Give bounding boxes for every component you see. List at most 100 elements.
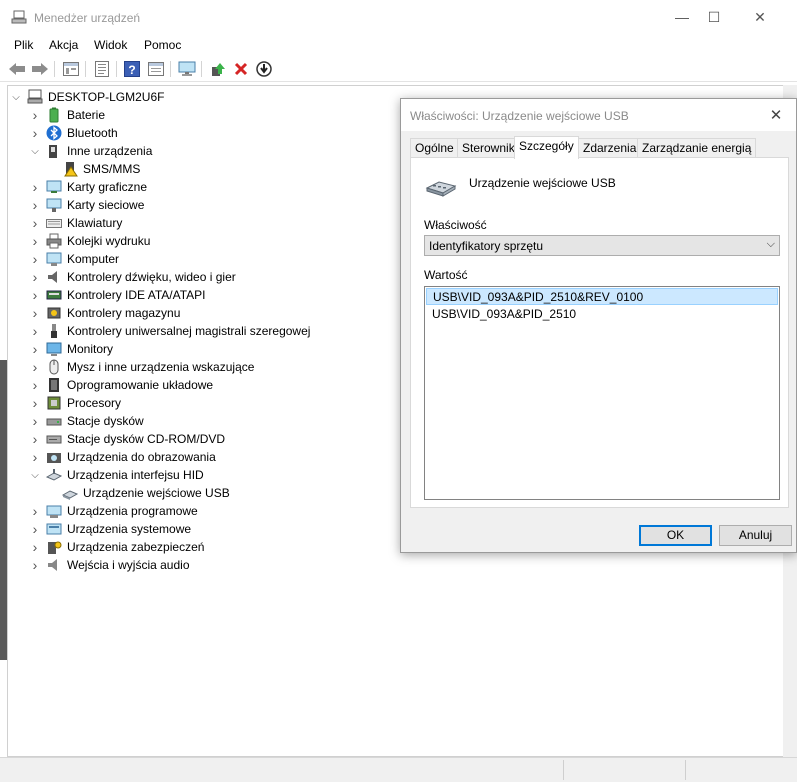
chevron-right-icon[interactable]: › bbox=[30, 178, 40, 196]
property-dropdown[interactable]: Identyfikatory sprzętu ⌵ bbox=[424, 235, 780, 256]
tree-item-label: Stacje dysków bbox=[67, 414, 144, 428]
tree-item-label: Inne urządzenia bbox=[67, 144, 153, 158]
tree-item[interactable]: › Urządzenia systemowe bbox=[30, 520, 191, 538]
tree-item[interactable]: › Urządzenia programowe bbox=[30, 502, 198, 520]
tree-item[interactable]: ⌵ Urządzenia interfejsu HID bbox=[30, 466, 204, 484]
list-item[interactable]: USB\VID_093A&PID_2510&REV_0100 bbox=[426, 288, 778, 305]
tab-zdarzenia[interactable]: Zdarzenia bbox=[578, 138, 642, 158]
forward-icon[interactable] bbox=[30, 59, 50, 79]
tree-item[interactable]: › Stacje dysków CD-ROM/DVD bbox=[30, 430, 225, 448]
tree-item[interactable]: ⌵ Inne urządzenia bbox=[30, 142, 152, 160]
tree-item[interactable]: › Karty graficzne bbox=[30, 178, 147, 196]
show-hide-tree-icon[interactable] bbox=[61, 59, 81, 79]
chevron-right-icon[interactable]: › bbox=[30, 124, 40, 142]
dialog-title-bar[interactable]: Właściwości: Urządzenie wejściowe USB ✕ bbox=[401, 99, 796, 131]
tree-item-label: Urządzenia programowe bbox=[67, 504, 198, 518]
tree-item[interactable]: › Procesory bbox=[30, 394, 121, 412]
tree-root-node[interactable]: ⌵ DESKTOP-LGM2U6F bbox=[11, 88, 164, 106]
back-icon[interactable] bbox=[7, 59, 27, 79]
chevron-right-icon[interactable]: › bbox=[30, 376, 40, 394]
properties-icon[interactable] bbox=[92, 59, 112, 79]
collapse-chevron-icon[interactable]: ⌵ bbox=[11, 88, 21, 106]
chevron-down-icon[interactable]: ⌵ bbox=[30, 466, 40, 484]
chevron-right-icon[interactable]: › bbox=[30, 322, 40, 340]
chevron-right-icon[interactable]: › bbox=[30, 448, 40, 466]
chevron-right-icon[interactable]: › bbox=[30, 250, 40, 268]
tree-item[interactable]: › Karty sieciowe bbox=[30, 196, 145, 214]
chevron-right-icon[interactable]: › bbox=[30, 304, 40, 322]
tree-item-label: Urządzenie wejściowe USB bbox=[83, 486, 230, 500]
chevron-right-icon[interactable]: › bbox=[30, 538, 40, 556]
system-device-icon bbox=[46, 523, 62, 535]
chevron-right-icon[interactable]: › bbox=[30, 106, 40, 124]
menu-pomoc[interactable]: Pomoc bbox=[144, 38, 181, 52]
unknown-device-icon bbox=[49, 145, 57, 158]
monitor-scan-icon[interactable] bbox=[177, 59, 197, 79]
tree-item[interactable]: › Klawiatury bbox=[30, 214, 123, 232]
tree-item[interactable]: › Urządzenia zabezpieczeń bbox=[30, 538, 205, 556]
tree-item[interactable]: SMS/MMS bbox=[46, 160, 140, 178]
chevron-down-icon[interactable]: ⌵ bbox=[30, 142, 40, 160]
toolbar-separator bbox=[85, 61, 86, 77]
tree-item[interactable]: › Oprogramowanie układowe bbox=[30, 376, 213, 394]
chevron-right-icon[interactable]: › bbox=[30, 430, 40, 448]
tree-item[interactable]: › Mysz i inne urządzenia wskazujące bbox=[30, 358, 255, 376]
help-icon[interactable]: ? bbox=[122, 59, 142, 79]
tree-item[interactable]: › Monitory bbox=[30, 340, 113, 358]
tree-item[interactable]: › Wejścia i wyjścia audio bbox=[30, 556, 190, 574]
tree-item[interactable]: › Kontrolery uniwersalnej magistrali szer… bbox=[30, 322, 311, 340]
chevron-right-icon[interactable]: › bbox=[30, 358, 40, 376]
printer-icon bbox=[46, 233, 62, 249]
hid-device-icon bbox=[425, 181, 457, 197]
device-manager-icon bbox=[11, 10, 27, 24]
uninstall-icon[interactable] bbox=[231, 59, 251, 79]
list-item[interactable]: USB\VID_093A&PID_2510 bbox=[426, 306, 778, 323]
chevron-right-icon[interactable]: › bbox=[30, 412, 40, 430]
enable-device-icon[interactable] bbox=[254, 59, 274, 79]
chevron-right-icon[interactable]: › bbox=[30, 556, 40, 574]
chevron-right-icon[interactable]: › bbox=[30, 394, 40, 412]
chevron-right-icon[interactable]: › bbox=[30, 502, 40, 520]
dialog-close-button[interactable]: ✕ bbox=[756, 99, 796, 131]
maximize-button[interactable]: ☐ bbox=[691, 0, 737, 34]
tree-item-label: Urządzenia interfejsu HID bbox=[67, 468, 204, 482]
chevron-right-icon[interactable]: › bbox=[30, 520, 40, 538]
chevron-right-icon[interactable]: › bbox=[30, 340, 40, 358]
title-bar[interactable]: Menedżer urządzeń — ☐ ✕ bbox=[0, 0, 797, 34]
tree-item-label: Klawiatury bbox=[67, 216, 123, 230]
tree-item[interactable]: › Bluetooth bbox=[30, 124, 118, 142]
chevron-right-icon[interactable]: › bbox=[30, 214, 40, 232]
tree-item[interactable]: › Kontrolery IDE ATA/ATAPI bbox=[30, 286, 206, 304]
tree-item[interactable]: › Komputer bbox=[30, 250, 119, 268]
tab-szczegoly[interactable]: Szczegóły bbox=[514, 136, 579, 159]
view-icon[interactable] bbox=[146, 59, 166, 79]
tree-item-label: Kolejki wydruku bbox=[67, 234, 151, 248]
chevron-right-icon[interactable]: › bbox=[30, 196, 40, 214]
cancel-button[interactable]: Anuluj bbox=[719, 525, 792, 546]
value-listbox[interactable]: USB\VID_093A&PID_2510&REV_0100 USB\VID_0… bbox=[424, 286, 780, 500]
tab-zarzadzanie-energia[interactable]: Zarządzanie energią bbox=[637, 138, 757, 158]
chevron-right-icon[interactable]: › bbox=[30, 232, 40, 250]
tree-item[interactable]: › Stacje dysków bbox=[30, 412, 144, 430]
tree-item[interactable]: › Kolejki wydruku bbox=[30, 232, 151, 250]
computer-icon bbox=[27, 89, 43, 104]
tree-item-label: Kontrolery uniwersalnej magistrali szere… bbox=[67, 324, 311, 338]
tree-item[interactable]: › Baterie bbox=[30, 106, 105, 124]
tree-item[interactable]: Urządzenie wejściowe USB bbox=[46, 484, 230, 502]
tab-sterownik[interactable]: Sterownik bbox=[457, 138, 520, 158]
monitor-icon bbox=[46, 342, 62, 356]
update-driver-icon[interactable] bbox=[208, 59, 228, 79]
menu-plik[interactable]: Plik bbox=[14, 38, 33, 52]
ok-button[interactable]: OK bbox=[639, 525, 712, 546]
tree-item[interactable]: › Kontrolery dźwięku, wideo i gier bbox=[30, 268, 236, 286]
menu-akcja[interactable]: Akcja bbox=[49, 38, 78, 52]
menu-widok[interactable]: Widok bbox=[94, 38, 127, 52]
close-button[interactable]: ✕ bbox=[737, 0, 783, 34]
tree-item[interactable]: › Urządzenia do obrazowania bbox=[30, 448, 216, 466]
chevron-right-icon[interactable]: › bbox=[30, 268, 40, 286]
chevron-right-icon[interactable]: › bbox=[30, 286, 40, 304]
tree-item[interactable]: › Kontrolery magazynu bbox=[30, 304, 181, 322]
tree-item-label: Bluetooth bbox=[67, 126, 118, 140]
security-device-icon bbox=[48, 541, 62, 554]
tab-ogolne[interactable]: Ogólne bbox=[410, 138, 459, 158]
